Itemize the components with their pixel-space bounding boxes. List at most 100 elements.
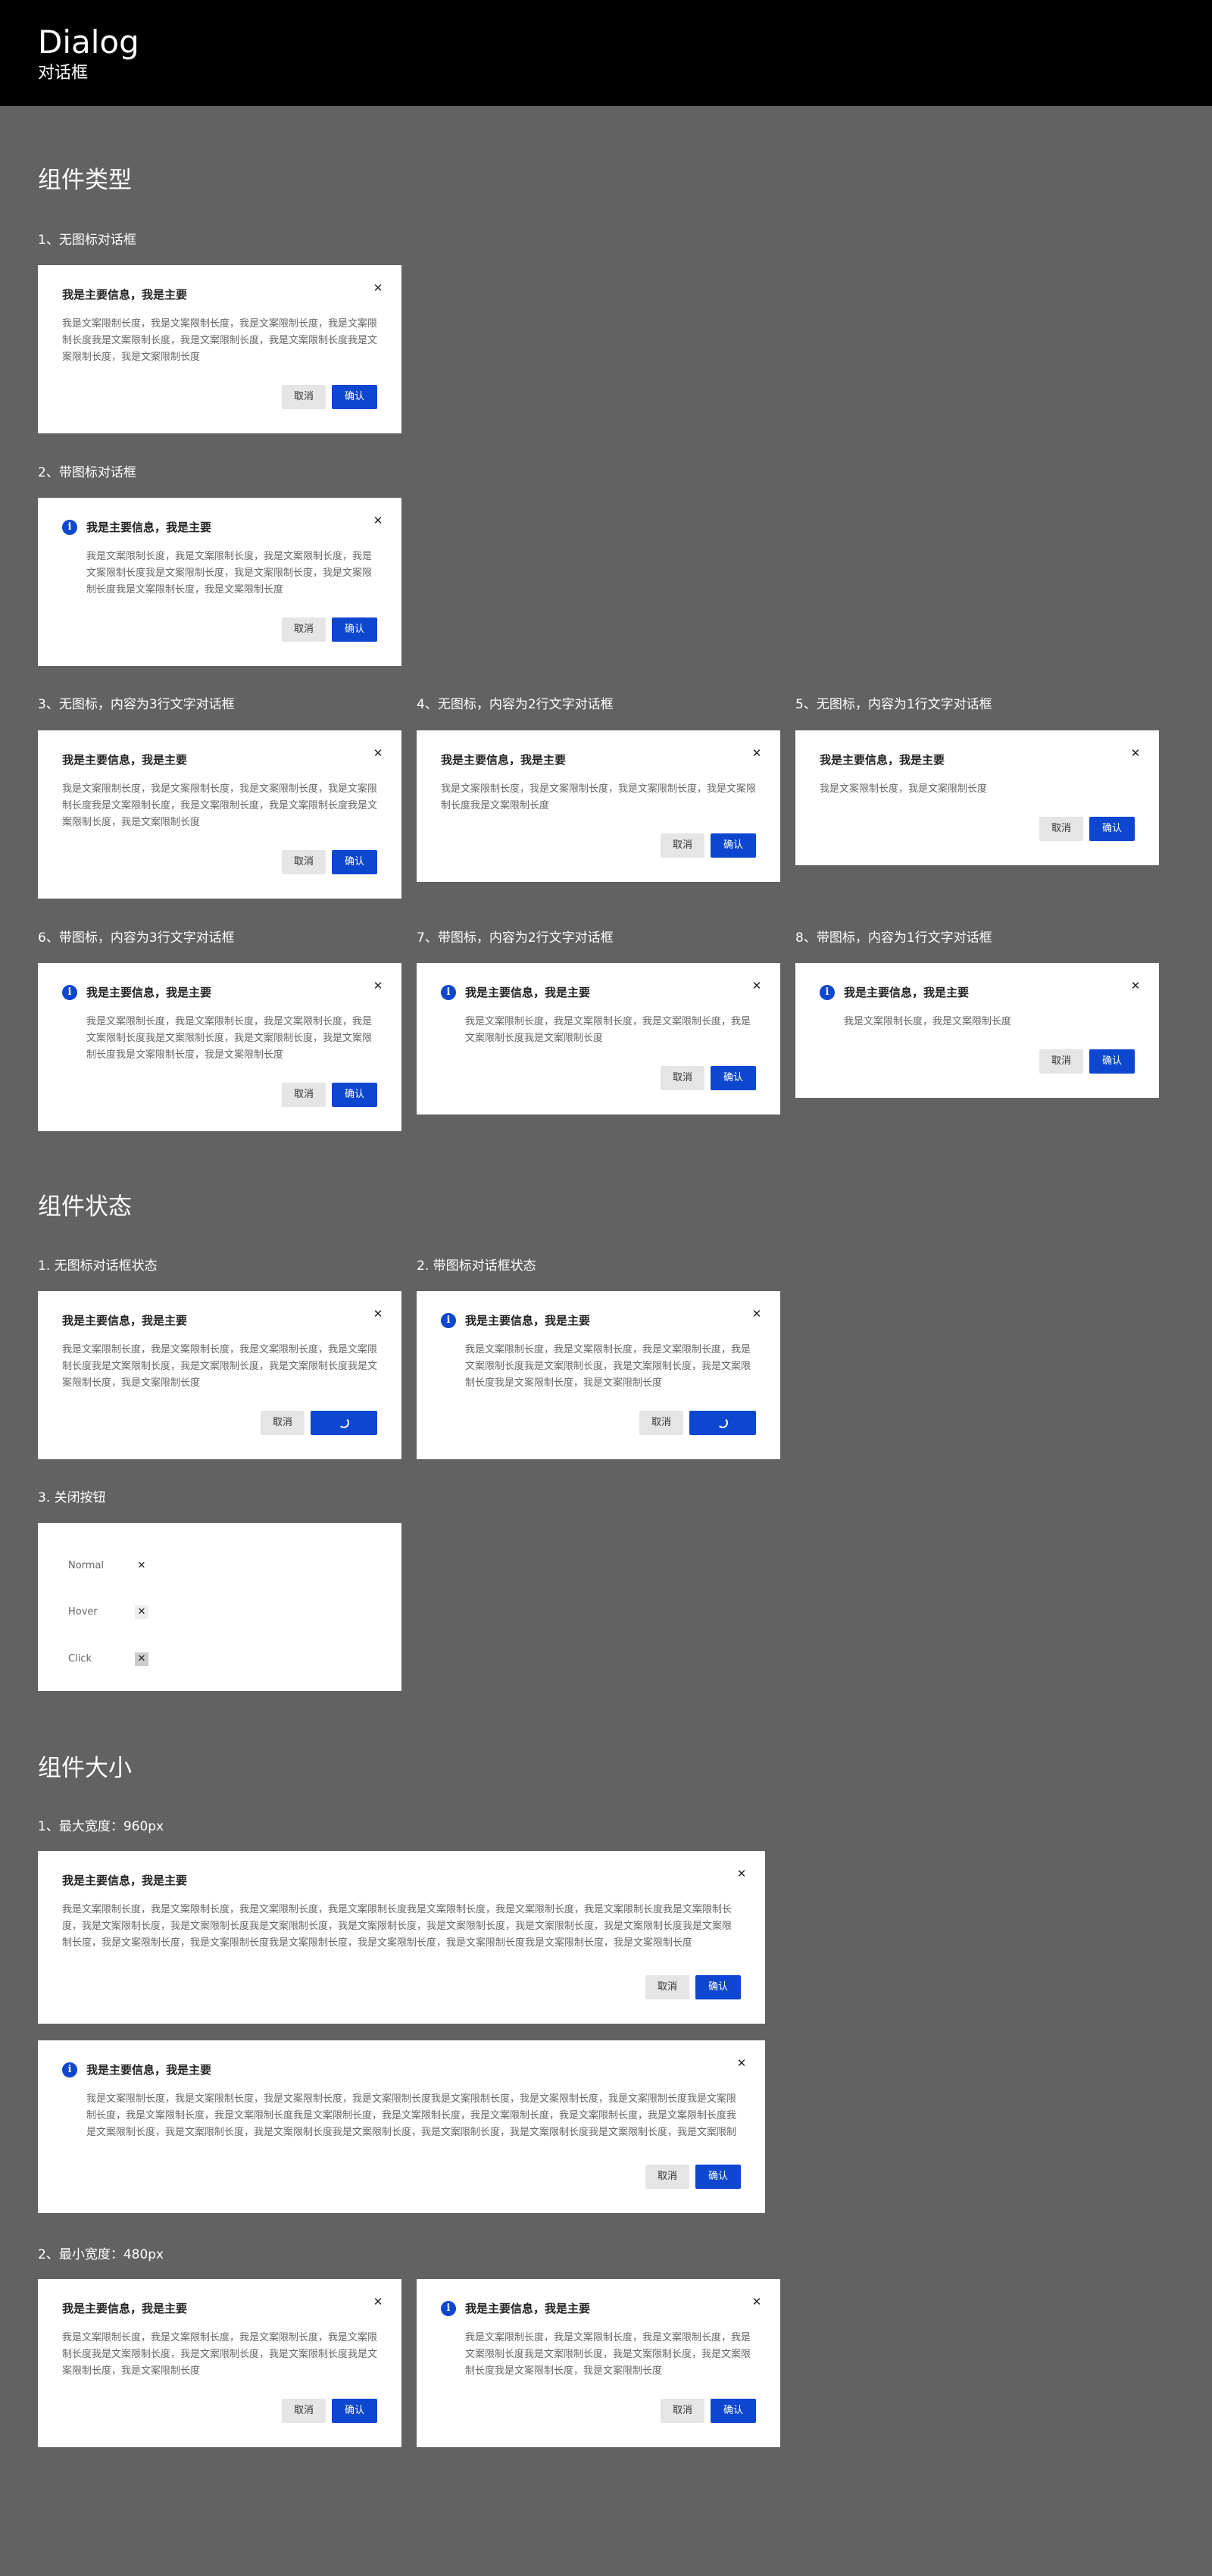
dialog-content: 我是文案限制长度，我是文案限制长度，我是文案限制长度，我是文案限制长度我是文案限… bbox=[86, 1016, 373, 1061]
confirm-button[interactable]: 确认 bbox=[1089, 817, 1135, 841]
info-icon: i bbox=[820, 985, 835, 1000]
dialog: ✕ i 我是主要信息，我是主要 我是文案限制长度，我是文案限制长度，我是文案限制长度，… bbox=[417, 2279, 780, 2447]
info-icon: i bbox=[62, 520, 77, 535]
dialog-content: 我是文案限制长度，我是文案限制长度，我是文案限制长度，我是文案限制长度我是文案限… bbox=[465, 1016, 751, 1044]
cancel-button[interactable]: 取消 bbox=[282, 1083, 326, 1107]
cancel-button[interactable]: 取消 bbox=[1039, 1049, 1083, 1074]
dialog-content: 我是文案限制长度，我是文案限制长度，我是文案限制长度，我是文案限制长度我是文案限… bbox=[465, 2332, 751, 2377]
page-title: Dialog bbox=[38, 23, 139, 61]
loading-spinner-icon bbox=[339, 1418, 349, 1428]
confirm-button[interactable]: 确认 bbox=[695, 1975, 741, 1999]
dialog-title: 我是主要信息，我是主要 bbox=[86, 2063, 212, 2077]
confirm-button[interactable] bbox=[689, 1411, 756, 1435]
info-icon: i bbox=[441, 985, 456, 1000]
dialog-content: 我是文案限制长度，我是文案限制长度 bbox=[844, 1016, 1012, 1027]
close-icon[interactable]: ✕ bbox=[1130, 748, 1141, 759]
subsection-title: 3. 关闭按钮 bbox=[38, 1490, 106, 1505]
page-header: Dialog 对话框 bbox=[0, 0, 1212, 106]
dialog-title: 我是主要信息，我是主要 bbox=[86, 521, 212, 534]
dialog: ✕ i 我是主要信息，我是主要我是文案限制长度，我是文案限制长度，我是文案限制长度，… bbox=[417, 963, 780, 1114]
close-icon[interactable]: ✕ bbox=[736, 2058, 747, 2069]
confirm-button[interactable]: 确认 bbox=[711, 1066, 756, 1090]
dialog: ✕ 我是主要信息，我是主要我是文案限制长度，我是文案限制长度，我是文案限制长度，我… bbox=[417, 730, 780, 882]
close-icon[interactable]: ✕ bbox=[373, 2296, 383, 2308]
dialog: ✕ 我是主要信息，我是主要我是文案限制长度，我是文案限制长度，我是文案限制长度，我… bbox=[38, 2279, 401, 2447]
confirm-button[interactable]: 确认 bbox=[711, 833, 756, 858]
close-icon[interactable]: ✕ bbox=[751, 748, 762, 759]
dialog-content: 我是文案限制长度，我是文案限制长度，我是文案限制长度，我是文案限制长度我是文案限… bbox=[441, 783, 756, 811]
close-icon[interactable]: ✕ bbox=[373, 515, 383, 527]
cancel-button[interactable]: 取消 bbox=[645, 1975, 689, 1999]
close-icon[interactable]: ✕ bbox=[373, 748, 383, 759]
confirm-button[interactable]: 确认 bbox=[332, 1083, 377, 1107]
confirm-button[interactable]: 确认 bbox=[695, 2165, 741, 2189]
close-icon[interactable]: ✕ bbox=[751, 2296, 762, 2308]
dialog: ✕ i 我是主要信息，我是主要我是文案限制长度，我是文案限制长度，我是文案限制长度，… bbox=[38, 2040, 765, 2213]
dialog-title: 我是主要信息，我是主要 bbox=[844, 986, 970, 999]
cancel-button[interactable]: 取消 bbox=[282, 385, 326, 409]
subsection-title: 1、最大宽度：960px bbox=[38, 1819, 164, 1834]
cancel-button[interactable]: 取消 bbox=[282, 617, 326, 642]
dialog-content: 我是文案限制长度，我是文案限制长度，我是文案限制长度，我是文案限制长度我是文案限… bbox=[62, 2332, 377, 2377]
confirm-button[interactable]: 确认 bbox=[332, 850, 377, 874]
page-subtitle: 对话框 bbox=[38, 64, 89, 83]
close-icon[interactable]: ✕ bbox=[135, 1652, 148, 1666]
cancel-button[interactable]: 取消 bbox=[282, 850, 326, 874]
close-icon[interactable]: ✕ bbox=[373, 980, 383, 992]
subsection-title: 3、无图标，内容为3行文字对话框 bbox=[38, 697, 235, 712]
dialog: ✕ i 我是主要信息，我是主要 我是文案限制长度，我是文案限制长度，我是文案限制长度，… bbox=[417, 1291, 780, 1459]
cancel-button[interactable]: 取消 bbox=[1039, 817, 1083, 841]
info-icon: i bbox=[62, 2062, 77, 2077]
subsection-title: 7、带图标，内容为2行文字对话框 bbox=[417, 930, 614, 946]
confirm-button[interactable]: 确认 bbox=[1089, 1049, 1135, 1074]
close-icon[interactable]: ✕ bbox=[751, 980, 762, 992]
cancel-button[interactable]: 取消 bbox=[639, 1411, 683, 1435]
info-icon: i bbox=[441, 2301, 456, 2316]
dialog-content: 我是文案限制长度，我是文案限制长度，我是文案限制长度，我是文案限制长度我是文案限… bbox=[86, 551, 373, 596]
close-icon[interactable]: ✕ bbox=[736, 1868, 747, 1880]
dialog: ✕ 我是主要信息，我是主要 我是文案限制长度，我是文案限制长度，我是文案限制长度，我… bbox=[38, 730, 401, 899]
close-button-states-panel: Normal ✕ Hover ✕ Click ✕ bbox=[38, 1523, 401, 1691]
subsection-title: 2. 带图标对话框状态 bbox=[417, 1258, 536, 1274]
section-title-types: 组件类型 bbox=[38, 167, 132, 194]
confirm-button[interactable]: 确认 bbox=[332, 385, 377, 409]
close-state-label: Normal bbox=[68, 1560, 105, 1571]
close-icon[interactable]: ✕ bbox=[373, 283, 383, 294]
dialog-content: 我是文案限制长度，我是文案限制长度，我是文案限制长度，我是文案限制长度我是文案限… bbox=[86, 2093, 737, 2138]
cancel-button[interactable]: 取消 bbox=[261, 1411, 305, 1435]
dialog-title: 我是主要信息，我是主要 bbox=[441, 753, 567, 767]
close-icon[interactable]: ✕ bbox=[1130, 980, 1141, 992]
dialog-title: 我是主要信息，我是主要 bbox=[465, 986, 591, 999]
close-icon[interactable]: ✕ bbox=[135, 1559, 148, 1573]
section-title-sizes: 组件大小 bbox=[38, 1755, 132, 1782]
cancel-button[interactable]: 取消 bbox=[661, 1066, 704, 1090]
dialog-title: 我是主要信息，我是主要 bbox=[62, 2302, 188, 2315]
cancel-button[interactable]: 取消 bbox=[661, 2399, 704, 2423]
confirm-button[interactable]: 确认 bbox=[711, 2399, 756, 2423]
dialog: ✕ i 我是主要信息，我是主要 我是文案限制长度，我是文案限制长度，我是文案限制长度，… bbox=[38, 963, 401, 1131]
close-state-label: Hover bbox=[68, 1606, 98, 1618]
dialog-content: 我是文案限制长度，我是文案限制长度，我是文案限制长度，我是文案限制长度我是文案限… bbox=[62, 1344, 377, 1389]
subsection-title: 2、最小宽度：480px bbox=[38, 2247, 164, 2262]
subsection-title: 4、无图标，内容为2行文字对话框 bbox=[417, 697, 614, 712]
subsection-title: 5、无图标，内容为1行文字对话框 bbox=[795, 697, 992, 712]
close-icon[interactable]: ✕ bbox=[751, 1308, 762, 1320]
cancel-button[interactable]: 取消 bbox=[645, 2165, 689, 2189]
dialog-content: 我是文案限制长度，我是文案限制长度，我是文案限制长度，我是文案限制长度我是文案限… bbox=[62, 318, 377, 363]
cancel-button[interactable]: 取消 bbox=[282, 2399, 326, 2423]
dialog-content: 我是文案限制长度，我是文案限制长度，我是文案限制长度，我是文案限制长度我是文案限… bbox=[62, 1904, 733, 1949]
dialog-title: 我是主要信息，我是主要 bbox=[86, 986, 212, 999]
subsection-title: 1. 无图标对话框状态 bbox=[38, 1258, 158, 1274]
subsection-title: 1、无图标对话框 bbox=[38, 233, 136, 248]
dialog: ✕ 我是主要信息，我是主要 我是文案限制长度，我是文案限制长度 确认 取消 bbox=[795, 730, 1159, 865]
close-icon[interactable]: ✕ bbox=[373, 1308, 383, 1320]
subsection-title: 2、带图标对话框 bbox=[38, 465, 136, 480]
confirm-button[interactable] bbox=[311, 1411, 377, 1435]
loading-spinner-icon bbox=[717, 1418, 728, 1428]
cancel-button[interactable]: 取消 bbox=[661, 833, 704, 858]
close-icon[interactable]: ✕ bbox=[135, 1605, 148, 1619]
dialog: ✕ i 我是主要信息，我是主要我是文案限制长度，我是文案限制长度确认 取消 bbox=[795, 963, 1159, 1098]
confirm-button[interactable]: 确认 bbox=[332, 617, 377, 642]
dialog-content: 我是文案限制长度，我是文案限制长度，我是文案限制长度，我是文案限制长度我是文案限… bbox=[62, 783, 377, 828]
confirm-button[interactable]: 确认 bbox=[332, 2399, 377, 2423]
